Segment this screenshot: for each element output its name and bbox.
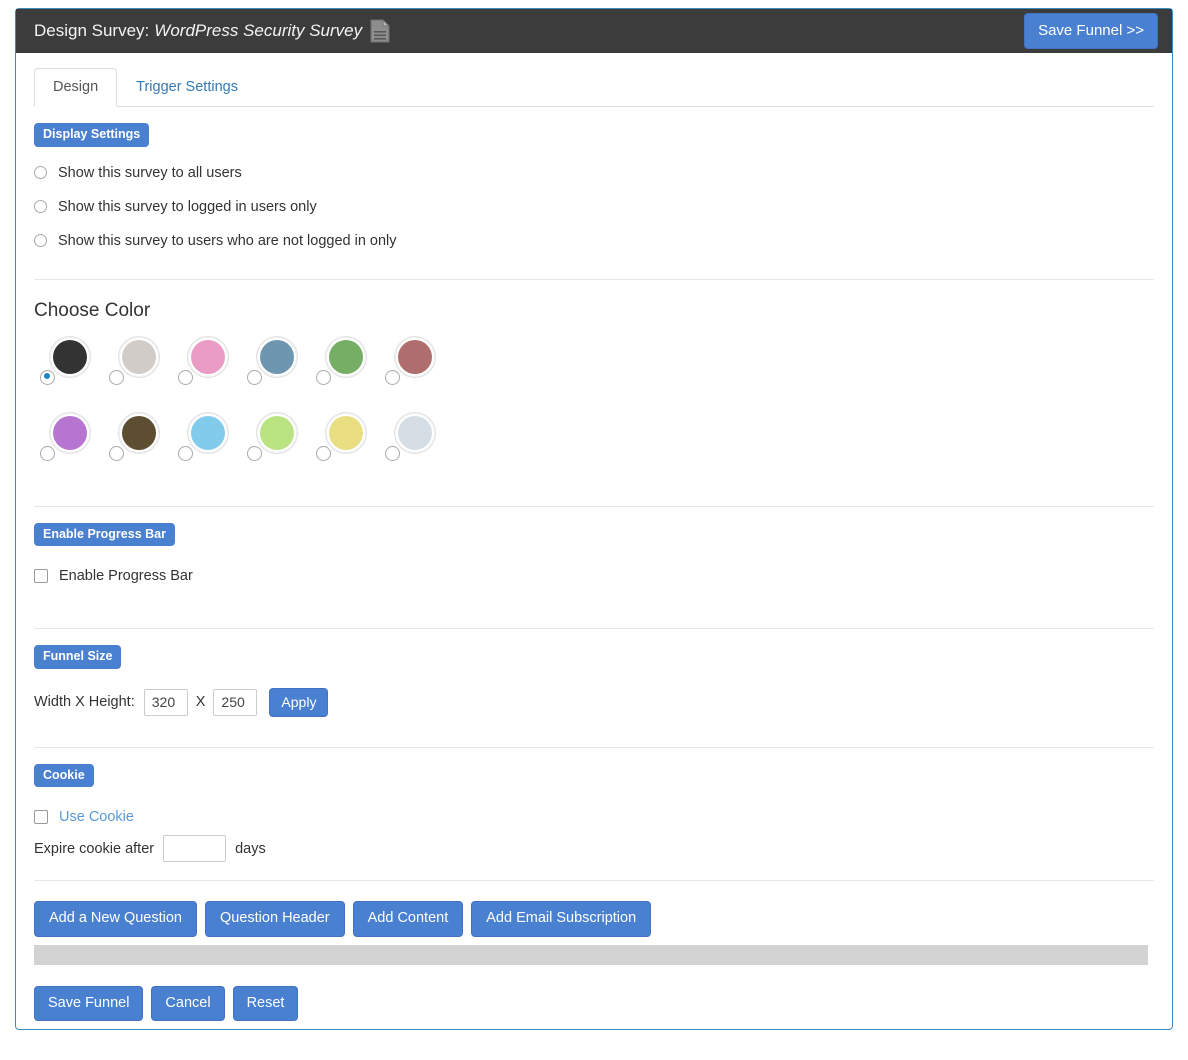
color-cell-dark-brown[interactable] bbox=[103, 411, 172, 474]
funnel-width-input[interactable] bbox=[143, 688, 188, 716]
swatch-green[interactable] bbox=[325, 335, 367, 378]
tab-design[interactable]: Design bbox=[34, 67, 118, 107]
radio-color-charcoal[interactable] bbox=[40, 369, 55, 385]
display-option-logged-in-label: Show this survey to logged in users only bbox=[58, 198, 317, 215]
color-row-2 bbox=[34, 411, 1154, 474]
save-funnel-top-button[interactable]: Save Funnel >> bbox=[1024, 13, 1158, 49]
color-cell-green[interactable] bbox=[310, 335, 379, 398]
funnel-size-label: Width X Height: bbox=[34, 694, 135, 711]
funnel-size-separator: X bbox=[195, 694, 206, 711]
tab-list: Design Trigger Settings bbox=[34, 65, 1154, 107]
color-cell-steel-blue[interactable] bbox=[241, 335, 310, 398]
color-cell-yellow[interactable] bbox=[310, 411, 379, 474]
radio-show-logged-out[interactable] bbox=[34, 234, 47, 248]
expire-cookie-days-input[interactable] bbox=[163, 835, 227, 863]
survey-name: WordPress Security Survey bbox=[154, 21, 363, 40]
display-settings-badge: Display Settings bbox=[34, 123, 150, 147]
radio-show-all-users[interactable] bbox=[34, 166, 47, 180]
expire-cookie-suffix: days bbox=[235, 840, 266, 857]
color-cell-charcoal[interactable] bbox=[34, 335, 103, 398]
radio-color-sky-blue[interactable] bbox=[178, 445, 193, 461]
swatch-light-gray[interactable] bbox=[118, 335, 160, 378]
reset-button[interactable]: Reset bbox=[232, 985, 299, 1022]
radio-color-dark-brown[interactable] bbox=[109, 445, 124, 461]
apply-funnel-size-button[interactable]: Apply bbox=[269, 687, 329, 717]
color-row-1 bbox=[34, 335, 1154, 398]
add-a-new-question-button[interactable]: Add a New Question bbox=[34, 901, 197, 937]
radio-color-pink[interactable] bbox=[178, 369, 193, 385]
display-option-logged-out-label: Show this survey to users who are not lo… bbox=[58, 232, 397, 249]
color-cell-lime-green[interactable] bbox=[241, 411, 310, 474]
radio-color-purple[interactable] bbox=[40, 445, 55, 461]
document-icon bbox=[370, 19, 391, 43]
use-cookie-row[interactable]: Use Cookie bbox=[34, 809, 1154, 825]
swatch-pink[interactable] bbox=[187, 335, 229, 378]
save-funnel-button[interactable]: Save Funnel bbox=[34, 985, 144, 1022]
footer-button-group: Save Funnel Cancel Reset bbox=[34, 985, 1154, 1039]
swatch-charcoal[interactable] bbox=[49, 335, 91, 378]
radio-show-logged-in[interactable] bbox=[34, 200, 47, 214]
divider-after-cookie bbox=[34, 880, 1154, 882]
checkbox-enable-progress-bar[interactable] bbox=[34, 569, 48, 584]
funnel-size-row: Width X Height: X Apply bbox=[34, 687, 1154, 717]
swatch-purple[interactable] bbox=[49, 411, 91, 454]
use-cookie-label[interactable]: Use Cookie bbox=[59, 809, 134, 825]
panel-body: Display Settings Show this survey to all… bbox=[16, 107, 1172, 1039]
color-cell-pink[interactable] bbox=[172, 335, 241, 398]
color-cell-sky-blue[interactable] bbox=[172, 411, 241, 474]
divider-after-funnel-size bbox=[34, 746, 1154, 748]
divider-after-display-settings bbox=[34, 278, 1154, 280]
divider-after-progress-bar bbox=[34, 628, 1154, 630]
radio-color-yellow[interactable] bbox=[316, 445, 331, 461]
survey-design-panel: Design Survey: WordPress Security Survey… bbox=[15, 8, 1173, 1030]
color-swatch-grid bbox=[34, 335, 1154, 474]
page-title: Design Survey: WordPress Security Survey bbox=[34, 19, 391, 43]
funnel-height-input[interactable] bbox=[213, 688, 258, 716]
funnel-size-badge: Funnel Size bbox=[34, 645, 122, 669]
expire-cookie-row: Expire cookie after days bbox=[34, 835, 1154, 863]
add-content-button[interactable]: Add Content bbox=[352, 901, 464, 937]
question-list-placeholder-bar bbox=[34, 944, 1148, 965]
swatch-sky-blue[interactable] bbox=[187, 411, 229, 454]
swatch-steel-blue[interactable] bbox=[256, 335, 298, 378]
swatch-muted-red[interactable] bbox=[394, 335, 436, 378]
swatch-pale-blue-gray[interactable] bbox=[394, 411, 436, 454]
choose-color-title: Choose Color bbox=[34, 299, 151, 321]
page-title-label: Design Survey: bbox=[34, 21, 150, 40]
add-element-button-group: Add a New Question Question Header Add C… bbox=[34, 901, 1154, 937]
radio-color-muted-red[interactable] bbox=[385, 369, 400, 385]
tab-trigger-settings[interactable]: Trigger Settings bbox=[117, 68, 257, 107]
tabs-container: Design Trigger Settings bbox=[16, 53, 1172, 107]
enable-progress-bar-row[interactable]: Enable Progress Bar bbox=[34, 568, 1154, 584]
progress-bar-badge: Enable Progress Bar bbox=[34, 522, 175, 547]
radio-color-green[interactable] bbox=[316, 369, 331, 385]
display-option-all-users-label: Show this survey to all users bbox=[58, 164, 242, 181]
color-cell-muted-red[interactable] bbox=[379, 335, 448, 398]
swatch-lime-green[interactable] bbox=[256, 411, 298, 454]
display-option-logged-out[interactable]: Show this survey to users who are not lo… bbox=[34, 233, 1154, 249]
color-cell-light-gray[interactable] bbox=[103, 335, 172, 398]
color-cell-pale-blue-gray[interactable] bbox=[379, 411, 448, 474]
cookie-badge: Cookie bbox=[34, 763, 94, 788]
display-option-all-users[interactable]: Show this survey to all users bbox=[34, 165, 1154, 181]
radio-color-steel-blue[interactable] bbox=[247, 369, 262, 385]
expire-cookie-prefix: Expire cookie after bbox=[34, 840, 155, 857]
question-header-button[interactable]: Question Header bbox=[205, 901, 345, 937]
swatch-yellow[interactable] bbox=[325, 411, 367, 454]
color-cell-purple[interactable] bbox=[34, 411, 103, 474]
divider-after-colors bbox=[34, 505, 1154, 507]
swatch-dark-brown[interactable] bbox=[118, 411, 160, 454]
page-header-bar: Design Survey: WordPress Security Survey… bbox=[16, 9, 1172, 53]
radio-color-light-gray[interactable] bbox=[109, 369, 124, 385]
cancel-button[interactable]: Cancel bbox=[151, 985, 225, 1022]
radio-color-pale-blue-gray[interactable] bbox=[385, 445, 400, 461]
radio-color-lime-green[interactable] bbox=[247, 445, 262, 461]
add-email-subscription-button[interactable]: Add Email Subscription bbox=[471, 901, 652, 937]
checkbox-use-cookie[interactable] bbox=[34, 810, 48, 825]
enable-progress-bar-label: Enable Progress Bar bbox=[59, 568, 193, 585]
display-option-logged-in[interactable]: Show this survey to logged in users only bbox=[34, 199, 1154, 215]
